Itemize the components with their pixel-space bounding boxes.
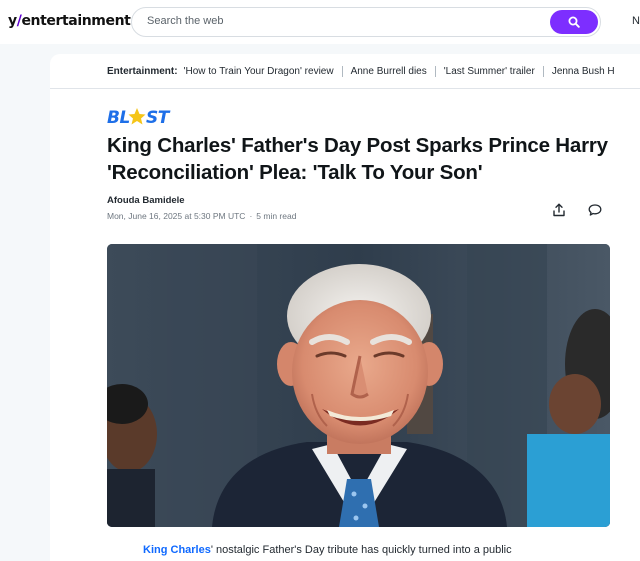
body-text-rest: ' nostalgic Father's Day tribute has qui… (210, 544, 512, 556)
comment-icon (588, 204, 602, 216)
trending-link-anne-burrell[interactable]: Anne Burrell dies (351, 66, 427, 77)
trending-link-dragon-review[interactable]: 'How to Train Your Dragon' review (184, 66, 334, 77)
share-button[interactable] (549, 200, 569, 220)
trending-separator (542, 65, 544, 77)
search-input[interactable] (147, 15, 537, 27)
logo-text: entertainment (21, 13, 131, 29)
trending-separator (434, 65, 436, 77)
read-time: 5 min read (256, 211, 297, 221)
search-icon (568, 16, 580, 28)
article-hero-image[interactable] (107, 244, 610, 527)
divider (50, 88, 640, 89)
trending-title: Entertainment: (107, 65, 178, 77)
trending-link-jenna-bush[interactable]: Jenna Bush H (552, 66, 615, 77)
top-bar: y/entertainment N (0, 0, 640, 44)
logo-prefix: y (8, 13, 17, 29)
publish-date: Mon, June 16, 2025 at 5:30 PM UTC (107, 211, 246, 221)
header-nav-cut-text[interactable]: N (632, 15, 640, 27)
yahoo-entertainment-logo[interactable]: y/entertainment (8, 13, 131, 29)
author-name[interactable]: Afouda Bamidele (107, 195, 185, 206)
search-bar (131, 7, 601, 37)
headline-line-1: King Charles' Father's Day Post Sparks P… (107, 134, 608, 157)
article-headline: King Charles' Father's Day Post Sparks P… (107, 132, 627, 186)
article-meta: Mon, June 16, 2025 at 5:30 PM UTC · 5 min … (107, 211, 296, 221)
search-button[interactable] (550, 10, 598, 34)
meta-dot: · (249, 211, 253, 221)
share-icon (553, 203, 565, 217)
trending-bar: Entertainment: 'How to Train Your Dragon… (107, 54, 615, 88)
comments-button[interactable] (585, 200, 605, 220)
trending-link-last-summer[interactable]: 'Last Summer' trailer (444, 66, 535, 77)
article-body-first-line: King Charles' nostalgic Father's Day tri… (143, 542, 603, 558)
body-link-king-charles[interactable]: King Charles (143, 544, 211, 556)
article-card: Entertainment: 'How to Train Your Dragon… (50, 54, 640, 561)
headline-line-2: 'Reconciliation' Plea: 'Talk To Your Son… (107, 161, 483, 184)
blast-brand-logo[interactable]: BL ST (107, 106, 173, 126)
svg-text:ST: ST (146, 108, 171, 126)
svg-text:BL: BL (107, 108, 130, 126)
trending-separator (341, 65, 343, 77)
